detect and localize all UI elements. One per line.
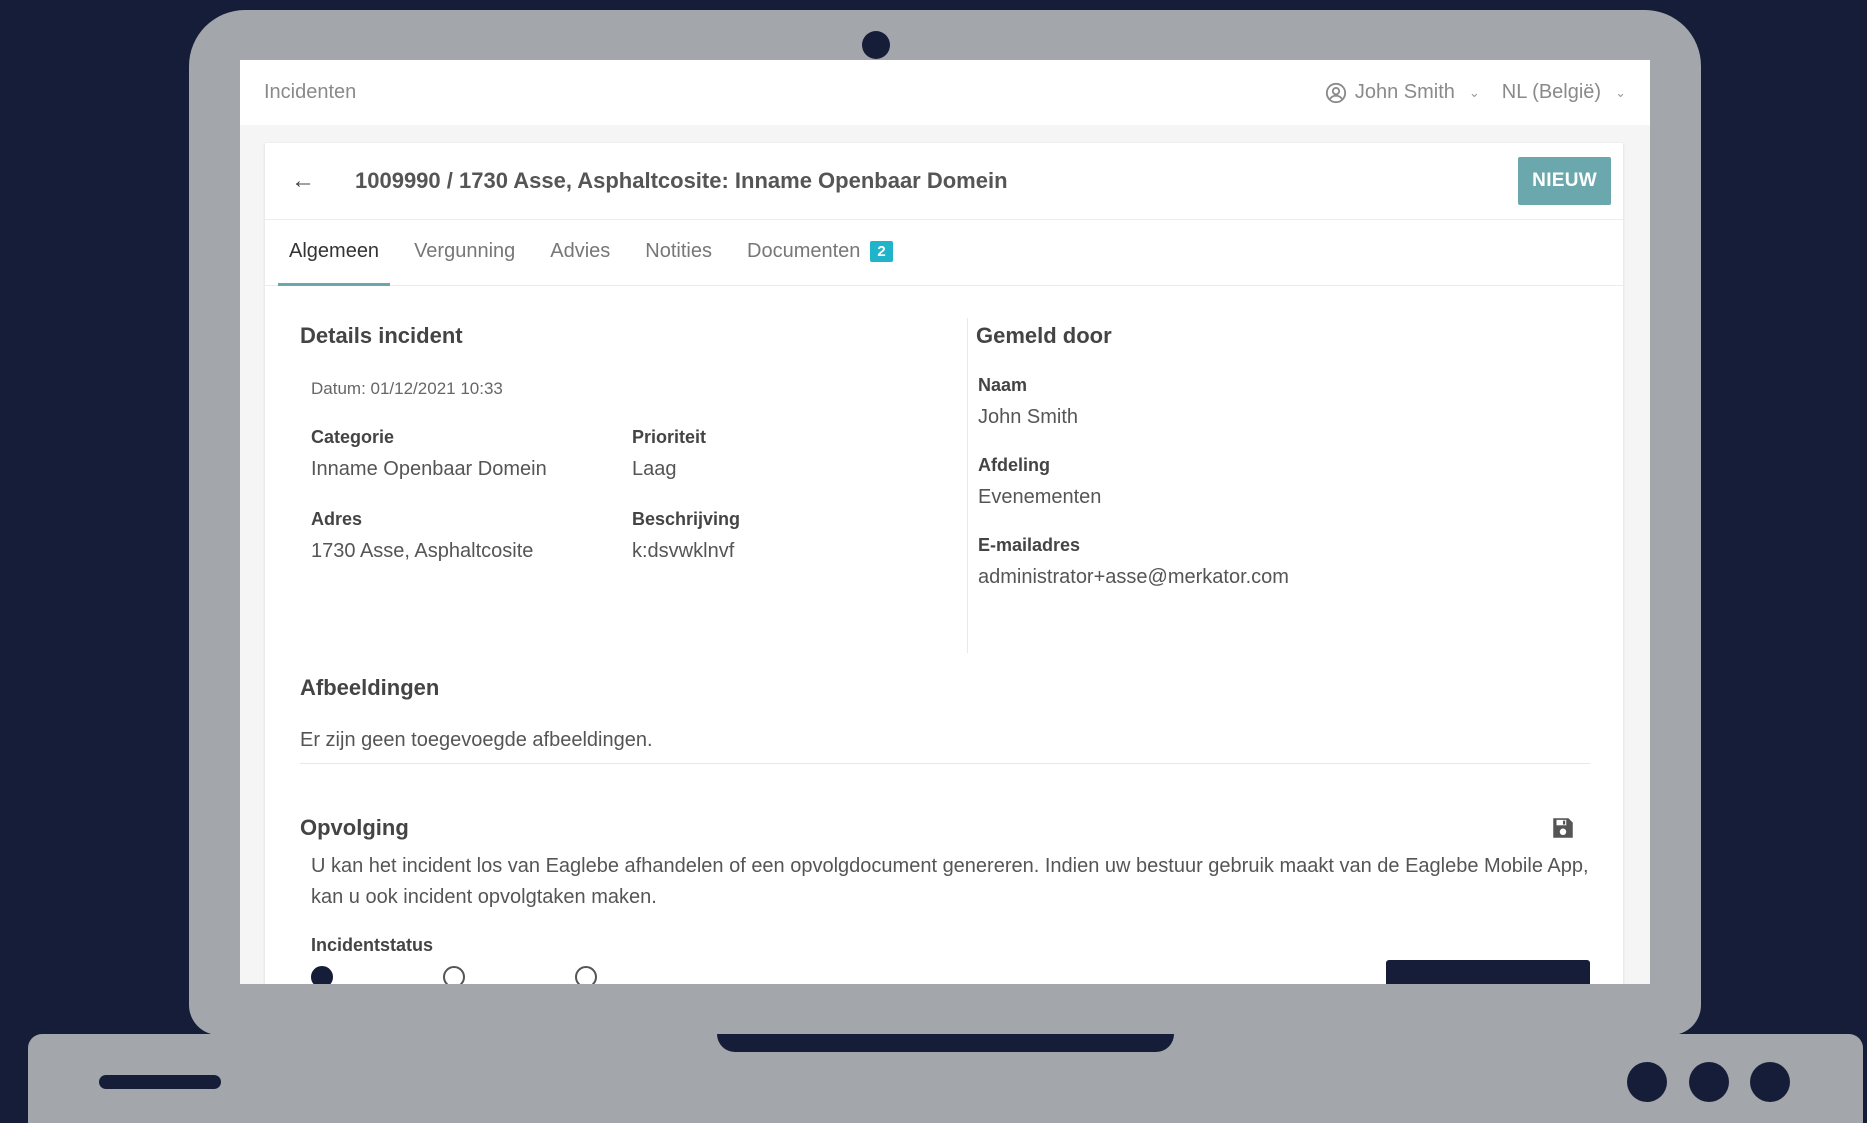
- field-value: k:dsvwklnvf: [632, 540, 735, 562]
- tab-label: Advies: [550, 240, 611, 262]
- back-arrow-icon[interactable]: ←: [291, 167, 331, 195]
- followup-action-button[interactable]: [1386, 960, 1590, 984]
- section-title: Opvolging: [300, 815, 409, 840]
- top-bar: Incidenten John Smith ⌄ NL (België) ⌄: [240, 60, 1650, 125]
- followup-section: Opvolging U kan het incident los van Eag…: [300, 815, 1590, 984]
- field-label: E-mailadres: [978, 535, 1081, 555]
- field-value: Laag: [632, 458, 677, 480]
- incident-card: ← 1009990 / 1730 Asse, Asphaltcosite: In…: [265, 143, 1623, 984]
- reporter-section: Gemeld door Naam John Smith Afdeling Eve…: [967, 323, 1567, 589]
- tab-label: Documenten: [747, 240, 861, 262]
- page-title: 1009990 / 1730 Asse, Asphaltcosite: Inna…: [355, 168, 1008, 193]
- status-radio[interactable]: [311, 966, 333, 984]
- chevron-down-icon: ⌄: [1468, 84, 1480, 100]
- field-label: Prioriteit: [632, 427, 707, 447]
- save-icon[interactable]: [1550, 815, 1576, 841]
- section-divider: [300, 763, 1590, 764]
- count-badge: 2: [870, 241, 893, 262]
- field-value: administrator+asse@merkator.com: [978, 566, 1289, 588]
- tab-documenten[interactable]: Documenten 2: [736, 240, 904, 285]
- field-label: Adres: [311, 509, 363, 529]
- field-value: 1730 Asse, Asphaltcosite: [311, 540, 534, 562]
- card-header: ← 1009990 / 1730 Asse, Asphaltcosite: In…: [265, 143, 1623, 220]
- section-title: Details incident: [300, 323, 463, 348]
- field-value: Inname Openbaar Domein: [311, 458, 547, 480]
- language-select[interactable]: NL (België) ⌄: [1502, 81, 1626, 104]
- user-name: John Smith: [1354, 81, 1455, 103]
- empty-images-text: Er zijn geen toegevoegde afbeeldingen.: [300, 729, 653, 751]
- incident-status-label: Incidentstatus: [311, 935, 434, 955]
- tab-vergunning[interactable]: Vergunning: [403, 240, 526, 285]
- field-value: Evenementen: [978, 486, 1102, 508]
- tab-label: Vergunning: [414, 240, 516, 262]
- field-value: John Smith: [978, 406, 1079, 428]
- status-radio[interactable]: [575, 966, 597, 984]
- field-label: Categorie: [311, 427, 395, 447]
- screen: Incidenten John Smith ⌄ NL (België) ⌄ ← …: [240, 60, 1650, 984]
- field-description: Beschrijving k:dsvwklnvf: [632, 509, 932, 563]
- status-button[interactable]: NIEUW: [1518, 157, 1611, 205]
- field-department: Afdeling Evenementen: [978, 455, 1567, 509]
- field-address: Adres 1730 Asse, Asphaltcosite: [311, 509, 632, 563]
- breadcrumb[interactable]: Incidenten: [264, 81, 356, 104]
- section-title: Afbeeldingen: [300, 675, 440, 700]
- incident-date: Datum: 01/12/2021 10:33: [311, 379, 503, 398]
- status-radio[interactable]: [443, 966, 465, 984]
- laptop-dot: [1627, 1062, 1667, 1102]
- laptop-dot: [1750, 1062, 1790, 1102]
- field-category: Categorie Inname Openbaar Domein: [311, 427, 632, 481]
- field-label: Afdeling: [978, 455, 1050, 475]
- field-label: Naam: [978, 375, 1028, 395]
- language-label: NL (België): [1501, 81, 1602, 103]
- user-circle-icon: [1325, 82, 1346, 103]
- tab-advies[interactable]: Advies: [539, 240, 621, 285]
- field-name: Naam John Smith: [978, 375, 1567, 429]
- tab-notities[interactable]: Notities: [634, 240, 723, 285]
- field-email: E-mailadres administrator+asse@merkator.…: [978, 535, 1567, 589]
- followup-description: U kan het incident los van Eaglebe afhan…: [311, 855, 1589, 908]
- laptop-dot: [1689, 1062, 1729, 1102]
- details-section: Details incident Datum: 01/12/2021 10:33…: [300, 323, 950, 563]
- laptop-notch: [717, 1034, 1174, 1052]
- tab-label: Notities: [645, 240, 712, 262]
- tab-label: Algemeen: [289, 240, 380, 262]
- tab-algemeen[interactable]: Algemeen: [278, 240, 391, 286]
- field-label: Beschrijving: [632, 509, 741, 529]
- user-menu[interactable]: John Smith ⌄: [1325, 81, 1480, 104]
- section-title: Gemeld door: [976, 323, 1112, 348]
- laptop-slot: [99, 1075, 221, 1089]
- camera-icon: [862, 31, 890, 59]
- field-priority: Prioriteit Laag: [632, 427, 932, 481]
- chevron-down-icon: ⌄: [1615, 84, 1626, 100]
- tab-bar: Algemeen Vergunning Advies Notities Docu…: [265, 220, 1623, 286]
- images-section: Afbeeldingen Er zijn geen toegevoegde af…: [300, 675, 1590, 752]
